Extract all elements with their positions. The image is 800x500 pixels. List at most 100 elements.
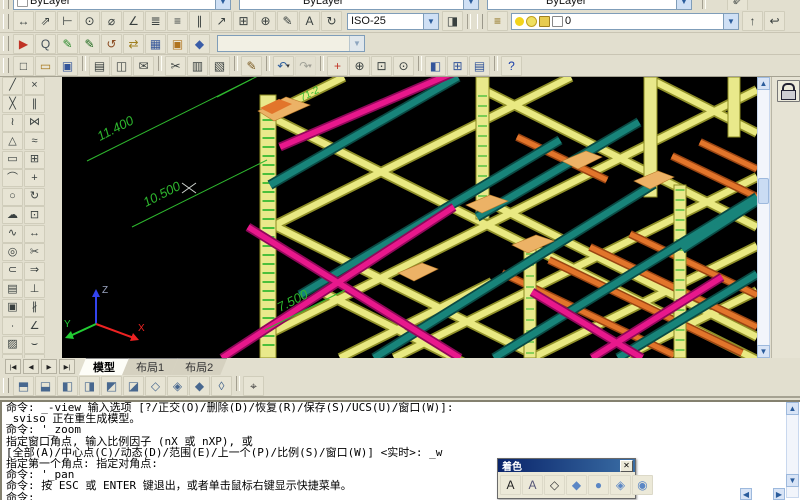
plot-preview-button[interactable]: ◫ bbox=[111, 56, 132, 76]
radius-dimension-button[interactable]: ⊙ bbox=[79, 11, 100, 31]
baseline-dimension-button[interactable]: ≡ bbox=[167, 11, 188, 31]
scroll-up-button[interactable]: ▲ bbox=[757, 77, 770, 90]
copy-clip-button[interactable]: ▥ bbox=[187, 56, 208, 76]
shade-palette-titlebar[interactable]: 着色 ✕ bbox=[498, 459, 635, 472]
se-isometric-button[interactable]: ◈ bbox=[167, 376, 188, 396]
tab-next-button[interactable]: ▶ bbox=[41, 359, 57, 374]
zoom-previous-button[interactable]: ⊙ bbox=[393, 56, 414, 76]
ne-isometric-button[interactable]: ◆ bbox=[189, 376, 210, 396]
designcenter-button[interactable]: ⊞ bbox=[447, 56, 468, 76]
linetype-control-combo[interactable]: ByLayer ▼ bbox=[239, 0, 479, 10]
shade-gouraud-button[interactable]: ● bbox=[588, 475, 609, 495]
nw-isometric-button[interactable]: ◊ bbox=[211, 376, 232, 396]
lock-toolbar-button[interactable] bbox=[777, 80, 800, 102]
toolbar-grip[interactable] bbox=[3, 14, 9, 29]
bottom-view-button[interactable]: ⬓ bbox=[35, 376, 56, 396]
toolbar-grip[interactable] bbox=[3, 0, 9, 9]
break-at-point-button[interactable]: ⊥ bbox=[24, 280, 45, 298]
linear-dimension-button[interactable]: ↔ bbox=[13, 11, 34, 31]
combo-arrow-icon[interactable]: ▼ bbox=[676, 0, 691, 9]
angular-dimension-button[interactable]: ∠ bbox=[123, 11, 144, 31]
ellipse-button[interactable]: ◎ bbox=[2, 243, 23, 261]
ellipse-arc-button[interactable]: ⊂ bbox=[2, 262, 23, 280]
toolbar-grip[interactable] bbox=[3, 36, 9, 51]
line-button[interactable]: ╱ bbox=[2, 77, 23, 95]
combo-arrow-icon[interactable]: ▼ bbox=[723, 14, 738, 29]
layer-control-combo[interactable]: 0 ▼ bbox=[511, 13, 739, 30]
aligned-dimension-button[interactable]: ⇗ bbox=[35, 11, 56, 31]
revision-cloud-button[interactable]: ☁ bbox=[2, 206, 23, 224]
trim-button[interactable]: ✂ bbox=[24, 243, 45, 261]
combo-arrow-icon[interactable]: ▼ bbox=[423, 14, 438, 29]
tab-prev-button[interactable]: ◀ bbox=[23, 359, 39, 374]
scroll-down-button[interactable]: ▼ bbox=[757, 345, 770, 358]
break-button[interactable]: ∦ bbox=[24, 299, 45, 317]
quick-leader-button[interactable]: ↗ bbox=[211, 11, 232, 31]
toolbar-grip[interactable] bbox=[3, 378, 9, 393]
circle-button[interactable]: ○ bbox=[2, 188, 23, 206]
tab-model[interactable]: 模型 bbox=[79, 358, 129, 375]
custom-combo[interactable]: ▼ bbox=[217, 35, 365, 52]
chamfer-button[interactable]: ∠ bbox=[24, 317, 45, 335]
erase-button[interactable]: × bbox=[24, 77, 45, 95]
custom-tool-9[interactable]: ◆ bbox=[189, 34, 210, 54]
toolbar-grip[interactable] bbox=[477, 14, 483, 29]
layer-previous-button[interactable]: ↩ bbox=[764, 11, 785, 31]
color-control-combo[interactable]: ByLayer ▼ bbox=[13, 0, 231, 10]
rotate-button[interactable]: ↻ bbox=[24, 188, 45, 206]
make-object-layer-current-button[interactable]: ↑ bbox=[742, 11, 763, 31]
dimension-edit-button[interactable]: ✎ bbox=[277, 11, 298, 31]
spline-button[interactable]: ∿ bbox=[2, 225, 23, 243]
custom-tool-6[interactable]: ⇄ bbox=[123, 34, 144, 54]
extend-button[interactable]: ⇒ bbox=[24, 262, 45, 280]
mirror-button[interactable]: ⋈ bbox=[24, 114, 45, 132]
tolerance-button[interactable]: ⊞ bbox=[233, 11, 254, 31]
array-button[interactable]: ⊞ bbox=[24, 151, 45, 169]
help-button[interactable]: ? bbox=[501, 56, 522, 76]
insert-block-button[interactable]: ▤ bbox=[2, 280, 23, 298]
dimension-update-button[interactable]: ↻ bbox=[321, 11, 342, 31]
lineweight-control-combo[interactable]: ByLayer ▼ bbox=[487, 0, 692, 10]
shade-flat-button[interactable]: ◆ bbox=[566, 475, 587, 495]
custom-tool-3[interactable]: ✎ bbox=[57, 34, 78, 54]
drawing-vscrollbar[interactable] bbox=[757, 77, 770, 358]
ordinate-dimension-button[interactable]: ⊢ bbox=[57, 11, 78, 31]
vscroll-thumb[interactable] bbox=[758, 178, 769, 204]
construction-line-button[interactable]: ╳ bbox=[2, 95, 23, 113]
pan-realtime-button[interactable]: + bbox=[327, 56, 348, 76]
dim-style-combo[interactable]: ISO-25 ▼ bbox=[347, 13, 439, 30]
scale-button[interactable]: ⊡ bbox=[24, 206, 45, 224]
close-icon[interactable]: ✕ bbox=[620, 460, 633, 472]
shade-flat-edges-button[interactable]: ◈ bbox=[610, 475, 631, 495]
diameter-dimension-button[interactable]: ⌀ bbox=[101, 11, 122, 31]
custom-tool-7[interactable]: ▦ bbox=[145, 34, 166, 54]
command-scroll-down-button[interactable]: ▼ bbox=[786, 474, 799, 487]
command-hscroll-right-button[interactable]: ▶ bbox=[773, 488, 785, 500]
drawing-canvas[interactable]: 11.400 10.500 7.500 71-2 Z X Y bbox=[62, 77, 757, 358]
copy-object-button[interactable]: ∥ bbox=[24, 95, 45, 113]
undo-button[interactable]: ↶▾ bbox=[273, 56, 294, 76]
tab-first-button[interactable]: |◀ bbox=[5, 359, 21, 374]
dimension-style-button[interactable]: ◨ bbox=[442, 11, 463, 31]
save-button[interactable]: ▣ bbox=[57, 56, 78, 76]
make-block-button[interactable]: ▣ bbox=[2, 299, 23, 317]
combo-arrow-icon[interactable]: ▼ bbox=[215, 0, 230, 9]
left-view-button[interactable]: ◧ bbox=[57, 376, 78, 396]
custom-tool-8[interactable]: ▣ bbox=[167, 34, 188, 54]
paste-button[interactable]: ▧ bbox=[209, 56, 230, 76]
named-views-button[interactable]: ⌖ bbox=[243, 376, 264, 396]
combo-arrow-icon[interactable]: ▼ bbox=[349, 36, 364, 51]
custom-tool-2[interactable]: Q bbox=[35, 34, 56, 54]
plot-button[interactable]: ▤ bbox=[89, 56, 110, 76]
right-view-button[interactable]: ◨ bbox=[79, 376, 100, 396]
fillet-button[interactable]: ⌣ bbox=[24, 336, 45, 354]
offset-button[interactable]: ≈ bbox=[24, 132, 45, 150]
command-window[interactable]: 命令: _-view 输入选项 [?/正交(O)/删除(D)/恢复(R)/保存(… bbox=[0, 400, 800, 500]
shade-hidden-button[interactable]: ◇ bbox=[544, 475, 565, 495]
sw-isometric-button[interactable]: ◇ bbox=[145, 376, 166, 396]
continue-dimension-button[interactable]: ∥ bbox=[189, 11, 210, 31]
hatch-button[interactable]: ▨ bbox=[2, 336, 23, 354]
rectangle-button[interactable]: ▭ bbox=[2, 151, 23, 169]
custom-tool-5[interactable]: ↺ bbox=[101, 34, 122, 54]
layer-properties-button[interactable]: ≡ bbox=[487, 11, 508, 31]
